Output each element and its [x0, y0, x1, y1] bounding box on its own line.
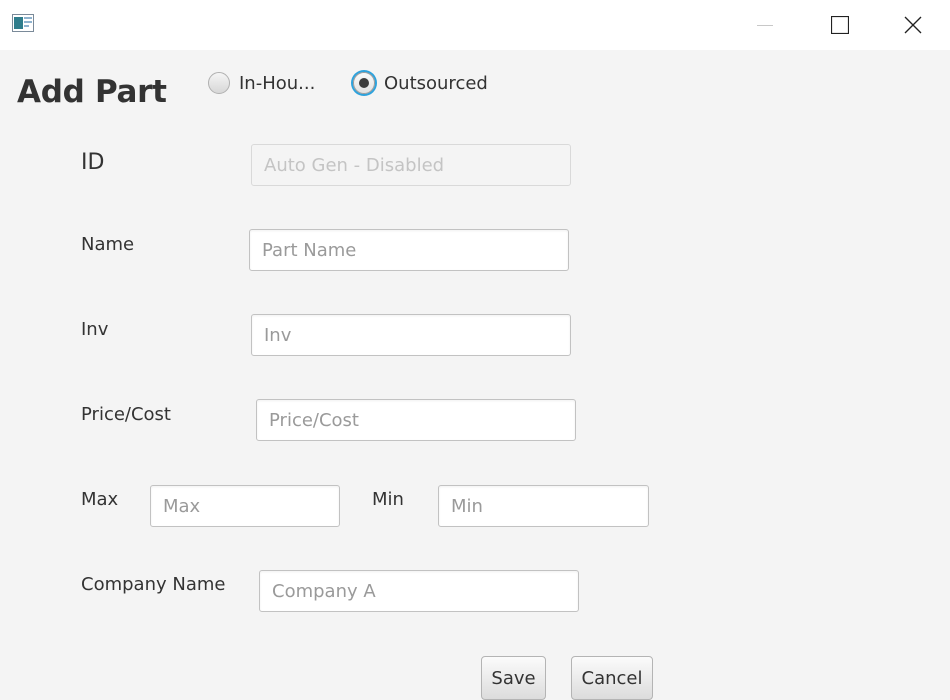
max-field[interactable] — [150, 485, 340, 527]
window-titlebar — [0, 0, 950, 50]
app-window-icon — [12, 14, 34, 32]
inv-label: Inv — [81, 319, 109, 340]
price-cost-field[interactable] — [256, 399, 576, 441]
max-label: Max — [81, 489, 119, 510]
company-name-field[interactable] — [259, 570, 579, 612]
id-field — [251, 144, 571, 186]
outsourced-radio-label[interactable]: Outsourced — [384, 73, 488, 94]
page-title: Add Part — [17, 74, 167, 110]
minimize-button[interactable] — [730, 0, 800, 50]
id-label: ID — [81, 150, 105, 175]
radio-circle-in-house[interactable] — [208, 72, 230, 94]
name-label: Name — [81, 234, 135, 255]
outsourced-radio[interactable]: Outsourced — [353, 68, 488, 98]
company-name-label: Company Name — [81, 574, 226, 595]
cancel-button[interactable]: Cancel — [571, 656, 653, 700]
maximize-icon — [831, 16, 849, 34]
min-label: Min — [372, 489, 404, 510]
inv-field[interactable] — [251, 314, 571, 356]
close-button[interactable] — [878, 0, 948, 50]
in-house-radio-label[interactable]: In-Hou... — [239, 73, 315, 94]
minimize-icon — [757, 17, 773, 33]
save-button[interactable]: Save — [481, 656, 546, 700]
part-name-field[interactable] — [249, 229, 569, 271]
min-field[interactable] — [438, 485, 649, 527]
close-icon — [904, 16, 922, 34]
maximize-button[interactable] — [805, 0, 875, 50]
in-house-radio[interactable]: In-Hou... — [208, 68, 315, 98]
radio-circle-outsourced[interactable] — [353, 72, 375, 94]
price-cost-label: Price/Cost — [81, 404, 171, 425]
